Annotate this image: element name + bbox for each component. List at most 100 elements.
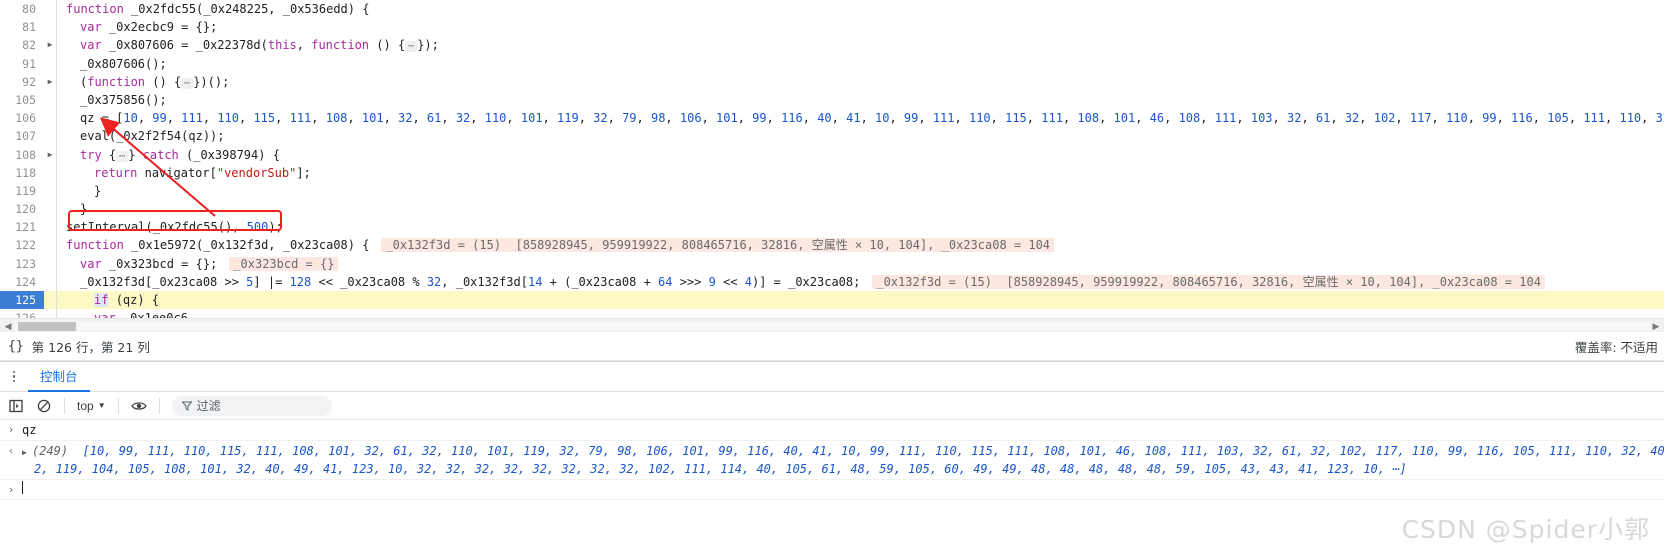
code-lines-container: 80 function _0x2fdc55(_0x248225, _0x536ed…: [0, 0, 1664, 318]
line-number[interactable]: 106: [0, 109, 44, 127]
code-line[interactable]: 123 var _0x323bcd = {}; _0x323bcd = {}: [0, 254, 1664, 273]
gutter-divider: [56, 163, 66, 182]
code-line[interactable]: 106 qz = [10, 99, 111, 110, 115, 111, 108…: [0, 109, 1664, 128]
code-line[interactable]: 105 _0x375856();: [0, 90, 1664, 110]
gutter-divider: [56, 200, 66, 219]
line-number[interactable]: 108: [0, 146, 44, 164]
code-text: _0x132f3d[_0x23ca08 >> 5] |= 128 << _0x2…: [66, 273, 1545, 291]
gutter-divider: [56, 54, 66, 73]
line-number[interactable]: 105: [0, 91, 44, 109]
line-number[interactable]: 121: [0, 218, 44, 236]
code-text: qz = [10, 99, 111, 110, 115, 111, 108, 1…: [80, 111, 1664, 126]
console-toolbar: top ▼ 过滤: [0, 392, 1664, 420]
line-number[interactable]: 119: [0, 182, 44, 200]
gutter-divider: [56, 0, 66, 19]
code-text: var _0x1ee0c6,: [66, 309, 195, 318]
console-prompt-arrow-icon: ›: [7, 482, 15, 496]
console-input-row[interactable]: › qz: [0, 420, 1664, 441]
line-number[interactable]: 122: [0, 236, 44, 254]
code-line[interactable]: 81 var _0x2ecbc9 = {};: [0, 18, 1664, 37]
line-number[interactable]: 92: [0, 73, 44, 91]
gutter-divider: [56, 36, 66, 55]
code-line[interactable]: 91 _0x807606();: [0, 54, 1664, 73]
code-line[interactable]: 121 setInterval(_0x2fdc55(), 500);: [0, 218, 1664, 237]
code-text: eval(_0x2f2f54(qz));: [80, 129, 225, 144]
gutter-divider: [56, 291, 66, 310]
scrollbar-thumb[interactable]: [18, 322, 76, 331]
live-expression-eye-icon[interactable]: [127, 395, 151, 417]
code-line[interactable]: 118 return navigator["vendorSub"];: [0, 163, 1664, 182]
scroll-right-arrow-icon[interactable]: ▶: [1650, 320, 1662, 332]
console-filter-input[interactable]: 过滤: [171, 395, 332, 416]
line-number[interactable]: 125: [0, 291, 44, 310]
console-output-area[interactable]: › qz ‹ ▶ (249) [10, 99, 111, 110, 115, 111, …: [0, 420, 1664, 554]
code-text: if (qz) {: [94, 293, 160, 307]
code-line[interactable]: 80 function _0x2fdc55(_0x248225, _0x536ed…: [0, 0, 1664, 19]
line-number[interactable]: 82: [0, 36, 44, 54]
line-number[interactable]: 107: [0, 127, 44, 145]
console-prompt-input[interactable]: [22, 481, 1664, 498]
gutter-divider: [56, 254, 66, 273]
clear-console-icon[interactable]: [32, 395, 56, 417]
console-output-row[interactable]: ‹ ▶ (249) [10, 99, 111, 110, 115, 111, 108…: [0, 441, 1664, 480]
code-fold-arrow-icon[interactable]: ▶: [44, 146, 56, 164]
line-number[interactable]: 124: [0, 273, 44, 291]
code-line[interactable]: 120}: [0, 200, 1664, 219]
editor-horizontal-scrollbar[interactable]: ◀ ▶: [0, 318, 1664, 332]
pretty-print-icon[interactable]: {}: [8, 339, 24, 354]
code-fold-arrow-icon[interactable]: ▶: [44, 73, 56, 91]
execution-context-label: top: [77, 398, 94, 413]
array-values-line-1: [10, 99, 111, 110, 115, 111, 108, 101, 3…: [82, 444, 1664, 458]
toolbar-divider-2: [117, 397, 119, 414]
console-prompt-row[interactable]: ›: [0, 480, 1664, 500]
code-text: var _0x2ecbc9 = {};: [80, 20, 218, 35]
console-result-value[interactable]: ▶ (249) [10, 99, 111, 110, 115, 111, 108,…: [22, 443, 1664, 477]
code-line[interactable]: 107 eval(_0x2f2f54(qz));: [0, 127, 1664, 146]
code-text: return navigator["vendorSub"];: [94, 165, 311, 180]
code-line[interactable]: 126 var _0x1ee0c6,: [0, 309, 1664, 318]
coverage-label: 覆盖率: 不适用: [1574, 340, 1658, 355]
console-sidebar-toggle-icon[interactable]: [4, 395, 28, 417]
scroll-left-arrow-icon[interactable]: ◀: [2, 320, 14, 332]
console-drawer: 控制台 top ▼ 过滤 › qz ‹ ▶ (249) [10, 99, 111…: [0, 361, 1664, 554]
code-line[interactable]: 82 ▶ var _0x807606 = _0x22378d(this, funct…: [0, 36, 1664, 55]
console-input-text: qz: [22, 423, 37, 437]
gutter-divider: [56, 127, 66, 146]
code-line[interactable]: 108 ▶ try {⋯} catch (_0x398794) {: [0, 145, 1664, 164]
line-number[interactable]: 120: [0, 200, 44, 218]
source-code-editor[interactable]: 80 function _0x2fdc55(_0x248225, _0x536ed…: [0, 0, 1664, 318]
cursor-position-label: 第 126 行，第 21 列: [31, 340, 150, 355]
code-line[interactable]: 119}: [0, 181, 1664, 201]
line-number[interactable]: 91: [0, 55, 44, 73]
code-text: function _0x1e5972(_0x132f3d, _0x23ca08)…: [66, 236, 1055, 254]
array-values-line-2: 2, 119, 104, 105, 108, 101, 32, 40, 49, …: [34, 462, 1407, 476]
gutter-divider: [56, 90, 66, 110]
gutter-divider: [56, 18, 66, 37]
line-number[interactable]: 118: [0, 164, 44, 182]
line-number[interactable]: 126: [0, 309, 44, 318]
code-fold-arrow-icon[interactable]: ▶: [44, 36, 56, 54]
drawer-tab-bar: 控制台: [0, 362, 1664, 392]
tab-console[interactable]: 控制台: [28, 362, 90, 392]
code-line[interactable]: 125 if (qz) {: [0, 291, 1664, 310]
expand-array-icon[interactable]: ▶: [22, 445, 32, 461]
line-number[interactable]: 80: [0, 0, 44, 18]
toolbar-divider-3: [158, 397, 160, 414]
gutter-divider: [56, 309, 66, 318]
scrollbar-track[interactable]: [14, 321, 1650, 331]
chevron-down-icon: ▼: [97, 401, 106, 410]
code-line[interactable]: 92 ▶ (function () {⋯})();: [0, 72, 1664, 91]
code-line[interactable]: 124 _0x132f3d[_0x23ca08 >> 5] |= 128 << _…: [0, 272, 1664, 291]
filter-placeholder: 过滤: [196, 399, 221, 413]
code-text: function _0x2fdc55(_0x248225, _0x536edd)…: [66, 2, 370, 16]
execution-context-selector[interactable]: top ▼: [73, 398, 110, 414]
code-line[interactable]: 122 function _0x1e5972(_0x132f3d, _0x23ca…: [0, 236, 1664, 255]
editor-status-bar: {} 第 126 行，第 21 列 覆盖率: 不适用: [0, 333, 1664, 361]
code-text: try {⋯} catch (_0x398794) {: [80, 147, 280, 162]
line-number[interactable]: 81: [0, 18, 44, 36]
gutter-divider: [56, 236, 66, 255]
line-number[interactable]: 123: [0, 255, 44, 273]
code-text: _0x375856();: [80, 92, 167, 107]
drawer-more-options-icon[interactable]: [0, 363, 28, 391]
code-text: var _0x807606 = _0x22378d(this, function…: [80, 38, 439, 53]
